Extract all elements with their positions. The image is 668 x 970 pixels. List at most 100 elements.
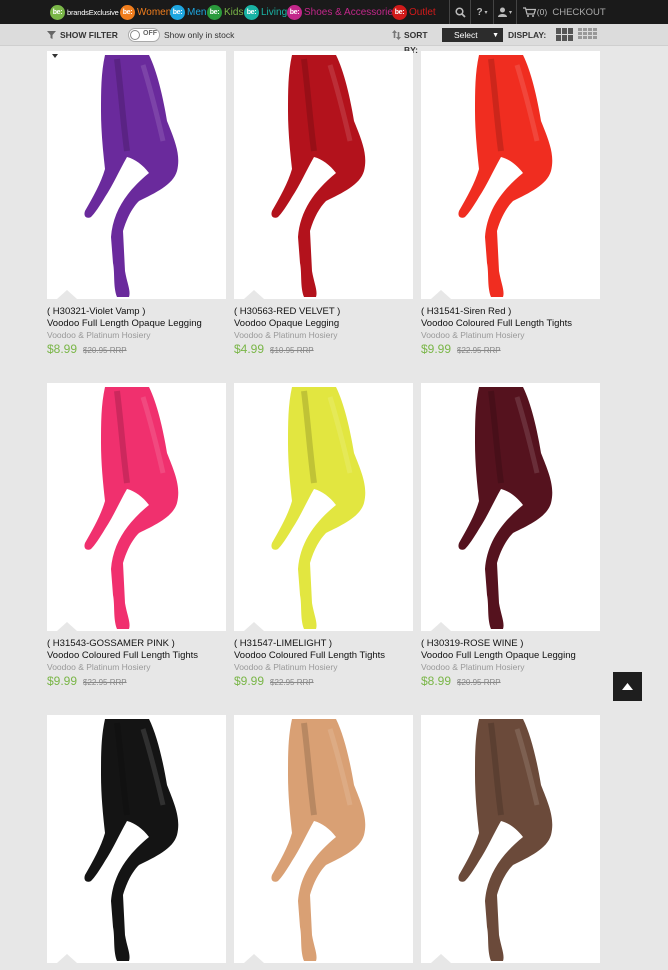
nav-divider: [516, 0, 517, 24]
product-card[interactable]: ( H30563-RED VELVET ) Voodoo Opaque Leggi…: [234, 51, 413, 356]
product-brand: Voodoo & Platinum Hosiery: [47, 662, 151, 672]
checkout-link[interactable]: CHECKOUT: [552, 0, 606, 24]
chevron-down-icon: ▾: [484, 9, 488, 16]
help-button[interactable]: ? ▾: [471, 0, 493, 24]
kids-badge-icon: be:: [207, 4, 222, 20]
price-row: $8.99 $20.95 RRP: [421, 674, 600, 688]
product-image[interactable]: [234, 383, 413, 631]
show-in-stock-label: Show only in stock: [164, 30, 235, 40]
product-card[interactable]: ( H31543-GOSSAMER PINK ) Voodoo Coloured …: [47, 383, 226, 688]
product-image[interactable]: [47, 51, 226, 299]
product-card[interactable]: ( H31541-Siren Red ) Voodoo Coloured Full…: [421, 51, 600, 356]
price-row: $4.99 $10.95 RRP: [234, 342, 413, 356]
cart-icon: [522, 7, 536, 17]
filter-icon: [47, 31, 56, 39]
product-card[interactable]: ( H30321-Violet Vamp ) Voodoo Full Length…: [47, 51, 226, 356]
nav-item-women[interactable]: be: Women: [120, 4, 171, 20]
product-brand: Voodoo & Platinum Hosiery: [234, 662, 338, 672]
be-logo-icon: be:: [50, 4, 65, 20]
help-icon: ?: [476, 6, 483, 18]
product-name[interactable]: Voodoo Full Length Opaque Legging: [47, 318, 226, 330]
product-code[interactable]: ( H30321-Violet Vamp ): [47, 306, 226, 318]
product-image[interactable]: [234, 51, 413, 299]
sale-price: $8.99: [421, 674, 452, 688]
product-name[interactable]: Voodoo Coloured Full Length Tights: [47, 650, 226, 662]
chevron-down-icon: ▼: [492, 31, 499, 39]
product-brand: Voodoo & Platinum Hosiery: [421, 662, 525, 672]
nav-item-shoes-accessories[interactable]: be: Shoes & Accessories: [287, 4, 398, 20]
toggle-state: OFF: [143, 30, 157, 37]
chevron-down-icon: ▾: [508, 9, 512, 16]
shoes-badge-icon: be:: [287, 4, 302, 20]
sale-price: $4.99: [234, 342, 265, 356]
image-notch: [431, 622, 451, 631]
product-card[interactable]: [421, 715, 600, 970]
product-image[interactable]: [421, 51, 600, 299]
nav-item-living[interactable]: be: Living: [244, 4, 287, 20]
tights-legs-image: [84, 55, 179, 297]
product-brand: Voodoo & Platinum Hosiery: [47, 330, 151, 340]
product-name[interactable]: Voodoo Full Length Opaque Legging: [421, 650, 600, 662]
nav-label: Living: [261, 6, 288, 18]
product-code[interactable]: ( H31541-Siren Red ): [421, 306, 600, 318]
price-row: $8.99 $20.95 RRP: [47, 342, 226, 356]
product-code[interactable]: ( H31547-LIMELIGHT ): [234, 638, 413, 650]
brands-exclusive-logo[interactable]: be: brandsExclusive: [50, 4, 119, 20]
women-badge-icon: be:: [120, 4, 135, 20]
sale-price: $8.99: [47, 342, 78, 356]
product-image[interactable]: [47, 383, 226, 631]
nav-item-men[interactable]: be: Men: [170, 4, 206, 20]
search-button[interactable]: [450, 0, 470, 24]
product-code[interactable]: ( H30319-ROSE WINE ): [421, 638, 600, 650]
grid-4-view-icon[interactable]: [578, 28, 597, 39]
cart-button[interactable]: (0): [520, 0, 550, 24]
tights-legs-image: [84, 387, 179, 629]
rrp-price: $22.95 RRP: [270, 678, 314, 687]
price-row: $9.99 $22.95 RRP: [47, 674, 226, 688]
nav-item-kids[interactable]: be: Kids: [207, 4, 243, 20]
nav-label: Shoes & Accessories: [304, 6, 398, 18]
nav-label: Kids: [224, 6, 244, 18]
product-code[interactable]: ( H31543-GOSSAMER PINK ): [47, 638, 226, 650]
image-notch: [244, 954, 264, 963]
sort-arrows-icon: [392, 30, 401, 40]
product-card[interactable]: ( H30319-ROSE WINE ) Voodoo Full Length O…: [421, 383, 600, 688]
product-card[interactable]: ( H31547-LIMELIGHT ) Voodoo Coloured Full…: [234, 383, 413, 688]
product-card[interactable]: [234, 715, 413, 970]
product-brand: Voodoo & Platinum Hosiery: [421, 330, 525, 340]
back-to-top-button[interactable]: [613, 672, 642, 701]
product-name[interactable]: Voodoo Coloured Full Length Tights: [421, 318, 600, 330]
sort-label: SORT: [404, 30, 428, 40]
tights-legs-image: [458, 719, 553, 961]
account-button[interactable]: ▾: [494, 0, 516, 24]
sale-price: $9.99: [234, 674, 265, 688]
tights-legs-image: [458, 55, 553, 297]
product-brand: Voodoo & Platinum Hosiery: [234, 330, 338, 340]
product-image[interactable]: [421, 715, 600, 963]
product-name[interactable]: Voodoo Opaque Legging: [234, 318, 413, 330]
image-notch: [57, 290, 77, 299]
arrow-up-icon: [622, 683, 633, 690]
sale-price: $9.99: [421, 342, 452, 356]
tights-legs-image: [271, 719, 366, 961]
show-filter-button[interactable]: SHOW FILTER: [60, 30, 118, 40]
nav-label: Outlet: [409, 6, 436, 18]
rrp-price: $10.95 RRP: [270, 346, 314, 355]
price-row: $9.99 $22.95 RRP: [234, 674, 413, 688]
product-code[interactable]: ( H30563-RED VELVET ): [234, 306, 413, 318]
grid-3-view-icon[interactable]: [556, 28, 573, 41]
product-image[interactable]: [234, 715, 413, 963]
product-image[interactable]: [421, 383, 600, 631]
in-stock-toggle[interactable]: OFF: [128, 28, 160, 42]
sort-select[interactable]: Select ▼: [442, 28, 503, 42]
nav-item-outlet[interactable]: be: Outlet: [392, 4, 436, 20]
tights-legs-image: [84, 719, 179, 961]
product-name[interactable]: Voodoo Coloured Full Length Tights: [234, 650, 413, 662]
toggle-knob: [130, 30, 140, 40]
sale-price: $9.99: [47, 674, 78, 688]
nav-label: Men: [187, 6, 207, 18]
product-image[interactable]: [47, 715, 226, 963]
living-badge-icon: be:: [244, 4, 259, 20]
product-card[interactable]: [47, 715, 226, 970]
brand-name: brandsExclusive: [67, 7, 119, 17]
